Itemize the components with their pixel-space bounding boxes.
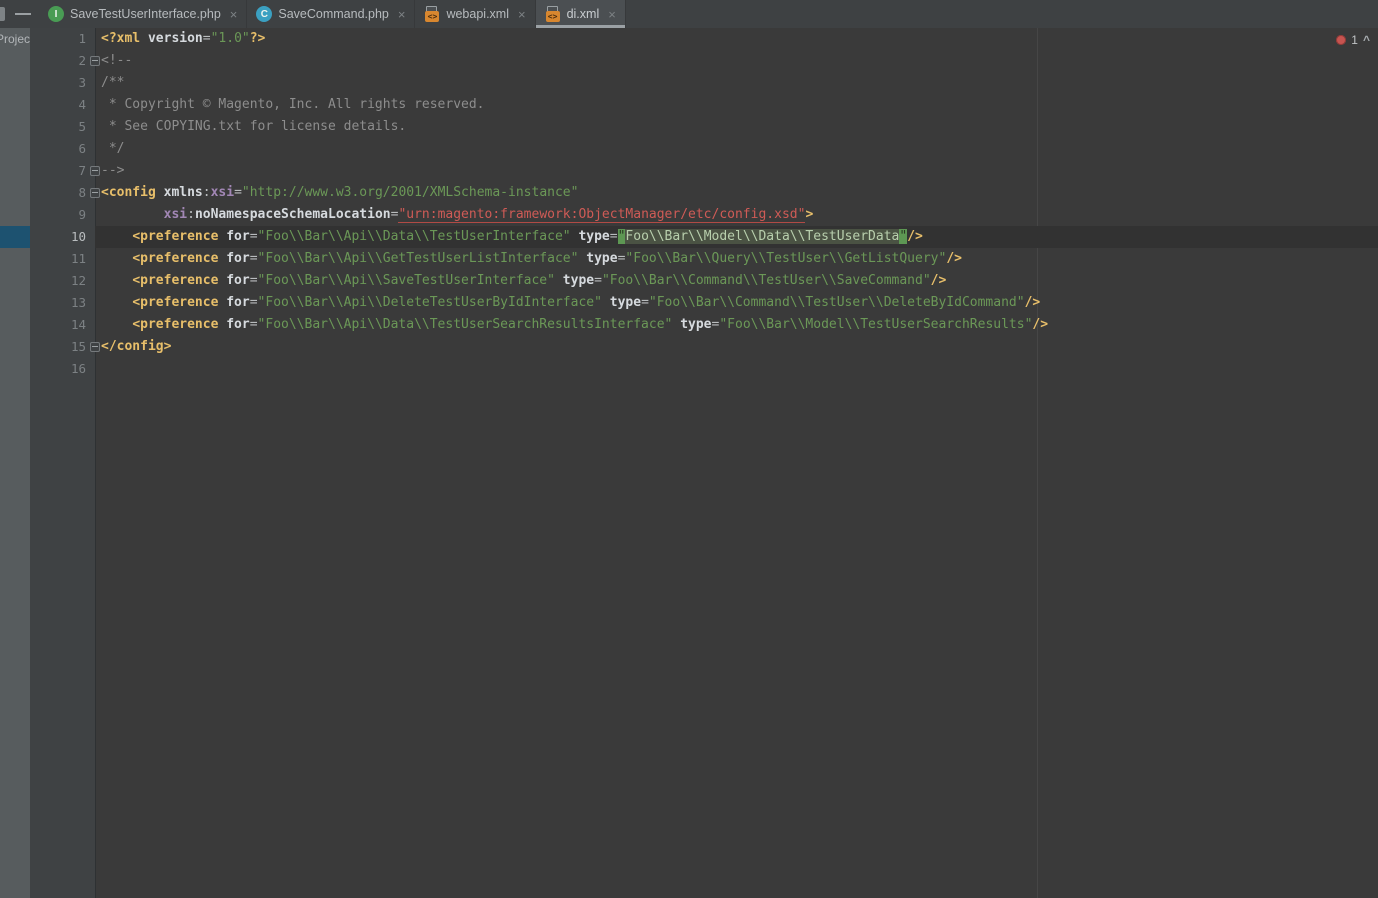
- line-number[interactable]: 4: [30, 94, 95, 116]
- gutter-cell[interactable]: 2: [30, 50, 95, 72]
- gutter-cell[interactable]: 14: [30, 314, 95, 336]
- code-text[interactable]: <preference for="Foo\\Bar\\Api\\Data\\Te…: [95, 226, 1378, 248]
- code-text[interactable]: <preference for="Foo\\Bar\\Api\\GetTestU…: [95, 248, 1378, 270]
- editor-tab-bar: I SaveTestUserInterface.php × C SaveCommand.…: [0, 0, 1378, 29]
- ide-window: I SaveTestUserInterface.php × C SaveCommand.…: [0, 0, 1378, 898]
- code-line-6[interactable]: 6 */: [30, 138, 1378, 160]
- gutter-cell[interactable]: 10: [30, 226, 95, 248]
- gutter-cell[interactable]: 9: [30, 204, 95, 226]
- code-line-1[interactable]: 1<?xml version="1.0"?>: [30, 28, 1378, 50]
- hide-tabs-icon[interactable]: [15, 13, 31, 15]
- gutter-cell[interactable]: 11: [30, 248, 95, 270]
- code-line-2[interactable]: 2<!--: [30, 50, 1378, 72]
- code-text[interactable]: xsi:noNamespaceSchemaLocation="urn:magen…: [95, 204, 1378, 226]
- tab-label: SaveTestUserInterface.php: [70, 7, 221, 21]
- code-text[interactable]: <config xmlns:xsi="http://www.w3.org/200…: [95, 182, 1378, 204]
- tab-label: webapi.xml: [446, 7, 509, 21]
- code-text[interactable]: <preference for="Foo\\Bar\\Api\\Data\\Te…: [95, 314, 1378, 336]
- fold-start-icon[interactable]: [90, 188, 100, 198]
- code-text[interactable]: [95, 358, 1378, 380]
- tab-webapi.xml[interactable]: <> webapi.xml ×: [415, 0, 535, 28]
- tab-di.xml[interactable]: <> di.xml ×: [536, 0, 626, 28]
- line-number[interactable]: 8: [30, 182, 95, 204]
- fold-end-icon[interactable]: [90, 166, 100, 176]
- fold-end-icon[interactable]: [90, 342, 100, 352]
- code-text[interactable]: */: [95, 138, 1378, 160]
- close-tab-icon[interactable]: ×: [398, 8, 406, 21]
- line-number[interactable]: 14: [30, 314, 95, 336]
- close-tab-icon[interactable]: ×: [608, 8, 616, 21]
- code-line-5[interactable]: 5 * See COPYING.txt for license details.: [30, 116, 1378, 138]
- code-line-12[interactable]: 12 <preference for="Foo\\Bar\\Api\\SaveT…: [30, 270, 1378, 292]
- gutter-cell[interactable]: 7: [30, 160, 95, 182]
- error-indicator-icon: [1336, 35, 1346, 45]
- code-line-3[interactable]: 3/**: [30, 72, 1378, 94]
- tab-SaveTestUserInterface.php[interactable]: I SaveTestUserInterface.php ×: [39, 0, 247, 28]
- line-number[interactable]: 15: [30, 336, 95, 358]
- close-tab-icon[interactable]: ×: [230, 8, 238, 21]
- line-number[interactable]: 9: [30, 204, 95, 226]
- code-text[interactable]: </config>: [95, 336, 1378, 358]
- gutter-cell[interactable]: 15: [30, 336, 95, 358]
- code-text[interactable]: <!--: [95, 50, 1378, 72]
- line-number[interactable]: 6: [30, 138, 95, 160]
- tab-SaveCommand.php[interactable]: C SaveCommand.php ×: [247, 0, 415, 28]
- code-line-14[interactable]: 14 <preference for="Foo\\Bar\\Api\\Data\…: [30, 314, 1378, 336]
- inspections-widget[interactable]: 1 ^: [1336, 33, 1370, 47]
- xml-file-icon: <>: [545, 6, 561, 22]
- code-text[interactable]: /**: [95, 72, 1378, 94]
- gutter-cell[interactable]: 3: [30, 72, 95, 94]
- code-line-10[interactable]: 10 <preference for="Foo\\Bar\\Api\\Data\…: [30, 226, 1378, 248]
- project-panel-title: Project: [0, 32, 30, 46]
- line-number[interactable]: 5: [30, 116, 95, 138]
- code-lines: 1<?xml version="1.0"?>2<!--3/**4 * Copyr…: [30, 28, 1378, 380]
- code-editor[interactable]: 1<?xml version="1.0"?>2<!--3/**4 * Copyr…: [30, 28, 1378, 898]
- php-class-icon: C: [256, 6, 272, 22]
- chevron-up-icon[interactable]: ^: [1363, 35, 1370, 45]
- code-text[interactable]: -->: [95, 160, 1378, 182]
- code-line-9[interactable]: 9 xsi:noNamespaceSchemaLocation="urn:mag…: [30, 204, 1378, 226]
- gutter-cell[interactable]: 13: [30, 292, 95, 314]
- line-number[interactable]: 2: [30, 50, 95, 72]
- gutter-cell[interactable]: 5: [30, 116, 95, 138]
- code-line-8[interactable]: 8<config xmlns:xsi="http://www.w3.org/20…: [30, 182, 1378, 204]
- code-line-11[interactable]: 11 <preference for="Foo\\Bar\\Api\\GetTe…: [30, 248, 1378, 270]
- code-text[interactable]: * See COPYING.txt for license details.: [95, 116, 1378, 138]
- xml-file-icon: <>: [424, 6, 440, 22]
- code-text[interactable]: <?xml version="1.0"?>: [95, 28, 1378, 50]
- line-number[interactable]: 3: [30, 72, 95, 94]
- close-tab-icon[interactable]: ×: [518, 8, 526, 21]
- gutter-cell[interactable]: 6: [30, 138, 95, 160]
- line-number[interactable]: 1: [30, 28, 95, 50]
- line-number[interactable]: 16: [30, 358, 95, 380]
- code-line-13[interactable]: 13 <preference for="Foo\\Bar\\Api\\Delet…: [30, 292, 1378, 314]
- line-number[interactable]: 7: [30, 160, 95, 182]
- line-number[interactable]: 12: [30, 270, 95, 292]
- line-number[interactable]: 13: [30, 292, 95, 314]
- code-line-4[interactable]: 4 * Copyright © Magento, Inc. All rights…: [30, 94, 1378, 116]
- gutter-cell[interactable]: 12: [30, 270, 95, 292]
- gutter-cell[interactable]: 16: [30, 358, 95, 380]
- fold-start-icon[interactable]: [90, 56, 100, 66]
- gutter-cell[interactable]: 8: [30, 182, 95, 204]
- tab-list: I SaveTestUserInterface.php × C SaveCommand.…: [39, 0, 626, 28]
- code-text[interactable]: <preference for="Foo\\Bar\\Api\\DeleteTe…: [95, 292, 1378, 314]
- project-selected-item[interactable]: [0, 226, 30, 248]
- code-line-7[interactable]: 7-->: [30, 160, 1378, 182]
- code-text[interactable]: * Copyright © Magento, Inc. All rights r…: [95, 94, 1378, 116]
- clipped-toolbar-icon: [0, 7, 5, 21]
- tab-label: di.xml: [567, 7, 600, 21]
- project-panel-sliver[interactable]: Project: [0, 28, 30, 898]
- line-number[interactable]: 11: [30, 248, 95, 270]
- code-text[interactable]: <preference for="Foo\\Bar\\Api\\SaveTest…: [95, 270, 1378, 292]
- php-interface-icon: I: [48, 6, 64, 22]
- tab-label: SaveCommand.php: [278, 7, 388, 21]
- line-number[interactable]: 10: [30, 226, 95, 248]
- gutter-cell[interactable]: 4: [30, 94, 95, 116]
- code-line-15[interactable]: 15</config>: [30, 336, 1378, 358]
- error-count: 1: [1351, 33, 1358, 47]
- code-line-16[interactable]: 16: [30, 358, 1378, 380]
- gutter-cell[interactable]: 1: [30, 28, 95, 50]
